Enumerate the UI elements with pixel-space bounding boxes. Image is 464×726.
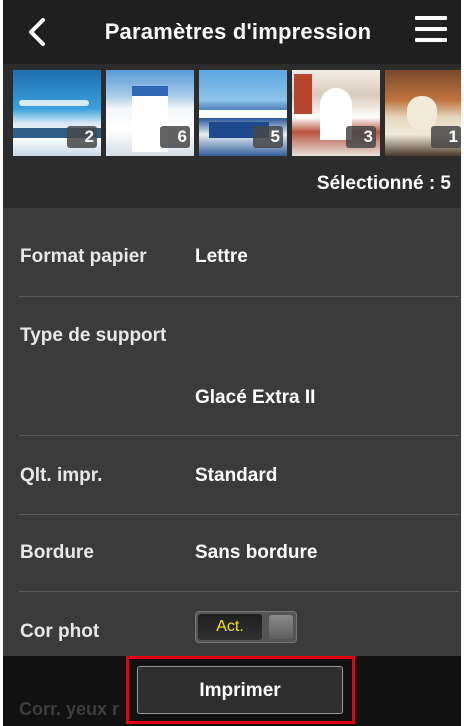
header-bar: Paramètres d'impression xyxy=(3,0,461,64)
photo-count-badge: 1 xyxy=(431,126,461,148)
photo-count-badge: 2 xyxy=(67,126,97,148)
toggle-knob xyxy=(269,615,293,639)
photo-thumbnail[interactable]: 1 xyxy=(385,70,461,156)
photo-thumbnail[interactable]: 6 xyxy=(106,70,194,156)
photo-count-badge: 5 xyxy=(253,126,283,148)
selection-bar: Sélectionné : 5 xyxy=(3,160,461,208)
divider xyxy=(19,435,459,436)
red-eye-correction-label: Corr. yeux r xyxy=(19,699,120,719)
border-value[interactable]: Sans bordure xyxy=(195,542,317,564)
photo-fix-label: Cor phot xyxy=(20,621,100,642)
photo-thumbnail[interactable]: 5 xyxy=(199,70,287,156)
print-quality-label: Qlt. impr. xyxy=(20,465,103,486)
media-type-label: Type de support xyxy=(20,325,167,346)
divider xyxy=(19,514,459,515)
print-quality-value[interactable]: Standard xyxy=(195,465,277,487)
thumbnail-strip[interactable]: 2 6 5 3 1 xyxy=(3,64,461,160)
photo-thumbnail[interactable]: 3 xyxy=(292,70,380,156)
paper-size-value[interactable]: Lettre xyxy=(195,246,248,268)
divider xyxy=(19,296,459,297)
toggle-on-label: Act. xyxy=(198,614,262,640)
media-type-value[interactable]: Glacé Extra II xyxy=(195,387,315,409)
chevron-left-icon[interactable] xyxy=(25,16,49,48)
divider xyxy=(19,591,459,592)
photo-fix-toggle[interactable]: Act. xyxy=(195,611,297,643)
photo-count-badge: 6 xyxy=(160,126,190,148)
selected-count: Sélectionné : 5 xyxy=(316,173,451,194)
hamburger-menu-icon[interactable] xyxy=(415,16,447,48)
page-title: Paramètres d'impression xyxy=(104,19,372,44)
photo-thumbnail[interactable]: 2 xyxy=(13,70,101,156)
print-button[interactable]: Imprimer xyxy=(137,666,343,714)
print-settings-screen: Paramètres d'impression 2 6 5 3 1 Sélect… xyxy=(3,0,461,726)
paper-size-label: Format papier xyxy=(20,246,147,267)
border-label: Bordure xyxy=(20,542,94,563)
photo-count-badge: 3 xyxy=(346,126,376,148)
